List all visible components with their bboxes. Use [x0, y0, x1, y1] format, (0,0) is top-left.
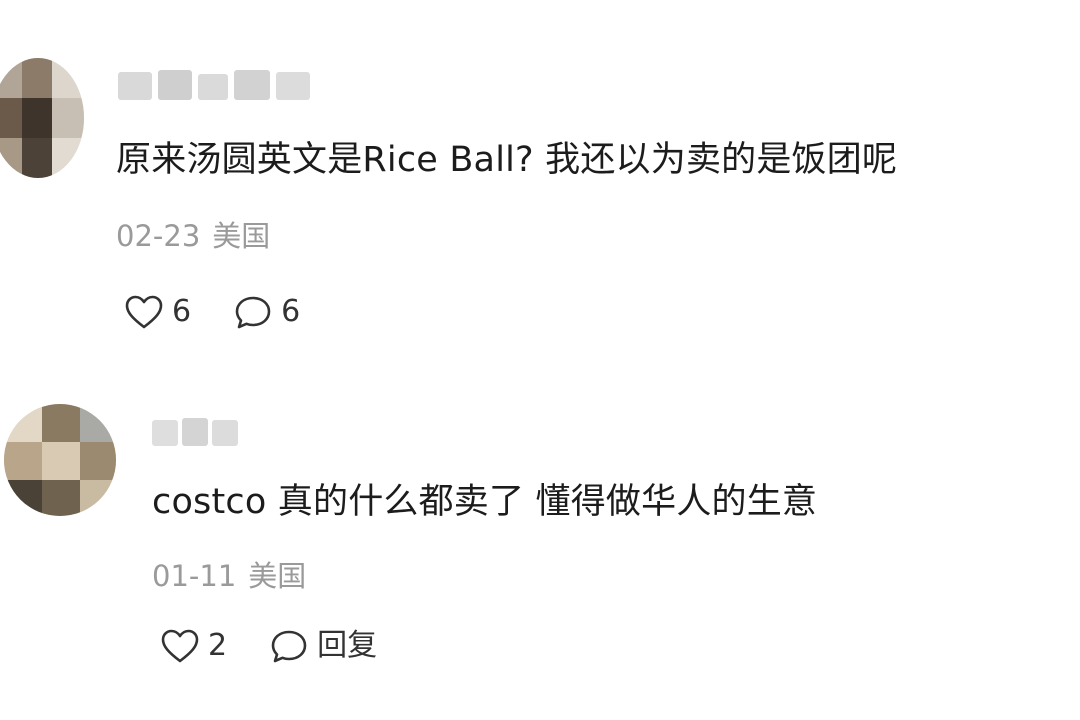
username-blurred[interactable] — [152, 412, 242, 452]
speech-bubble-outline-icon — [269, 628, 309, 664]
heart-outline-icon — [124, 294, 164, 330]
comment-meta: 02-23 美国 — [116, 218, 270, 254]
reply-count: 6 — [281, 294, 301, 329]
comment-text: 原来汤圆英文是Rice Ball? 我还以为卖的是饭团呢 — [116, 140, 898, 180]
like-button[interactable]: 2 — [160, 628, 227, 664]
comment-date: 02-23 — [116, 219, 201, 253]
reply-button[interactable]: 回复 — [269, 628, 377, 664]
speech-bubble-outline-icon — [233, 294, 273, 330]
comment-text: costco 真的什么都卖了 懂得做华人的生意 — [152, 482, 818, 522]
reply-button[interactable]: 6 — [233, 294, 300, 330]
comment-location: 美国 — [248, 559, 307, 593]
comment-actions: 6 6 — [124, 292, 300, 332]
comment-date: 01-11 — [152, 559, 237, 593]
comment-location: 美国 — [212, 219, 271, 253]
comment-meta: 01-11 美国 — [152, 558, 306, 594]
comment-actions: 2 回复 — [160, 626, 377, 666]
avatar[interactable] — [4, 404, 116, 516]
username-blurred[interactable] — [118, 66, 330, 106]
like-count: 6 — [172, 294, 192, 329]
avatar[interactable] — [0, 58, 84, 178]
like-button[interactable]: 6 — [124, 294, 191, 330]
reply-label: 回复 — [317, 628, 378, 663]
like-count: 2 — [208, 628, 228, 663]
heart-outline-icon — [160, 628, 200, 664]
